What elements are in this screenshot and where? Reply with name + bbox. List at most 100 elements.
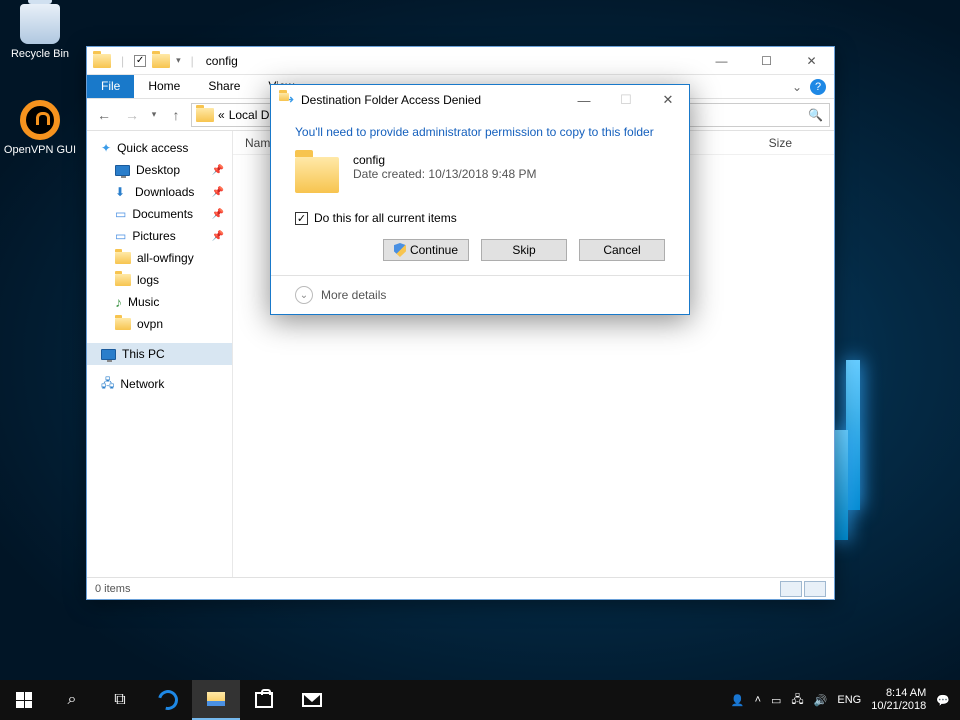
nav-quick-access[interactable]: ✦Quick access — [87, 137, 232, 159]
column-size[interactable]: Size — [757, 136, 804, 150]
openvpn-icon — [20, 100, 60, 140]
tab-home[interactable]: Home — [134, 75, 194, 98]
pin-icon: 📌 — [212, 231, 224, 242]
tray-overflow-icon[interactable]: ˄ — [755, 694, 761, 706]
people-icon[interactable]: 👤 — [731, 694, 745, 707]
pictures-icon: ▭ — [115, 229, 126, 243]
store-icon — [255, 692, 273, 708]
windows-logo-icon — [16, 692, 32, 708]
folder-icon — [196, 108, 214, 122]
skip-button[interactable]: Skip — [481, 239, 567, 261]
icons-view-button[interactable] — [804, 581, 826, 597]
taskbar-edge[interactable] — [144, 680, 192, 720]
mail-icon — [302, 693, 322, 707]
start-button[interactable] — [0, 680, 48, 720]
more-details-toggle[interactable]: ⌄ More details — [271, 275, 689, 314]
desktop-icon-label: OpenVPN GUI — [3, 144, 77, 156]
date-created-value: 10/13/2018 9:48 PM — [428, 167, 536, 181]
desktop-icon-recycle-bin[interactable]: Recycle Bin — [3, 4, 77, 60]
minimize-button[interactable]: — — [699, 47, 744, 75]
download-icon: ⬇ — [115, 185, 129, 199]
dialog-minimize-button[interactable]: — — [563, 85, 605, 115]
document-icon: ▭ — [115, 207, 126, 221]
battery-icon[interactable]: ▭ — [771, 694, 781, 707]
item-count: 0 items — [95, 583, 130, 595]
music-icon: ♪ — [115, 294, 122, 310]
ribbon-collapse-icon[interactable]: ⌄ — [792, 80, 802, 94]
desktop-icon-openvpn[interactable]: OpenVPN GUI — [3, 100, 77, 156]
close-button[interactable]: ✕ — [789, 47, 834, 75]
volume-icon[interactable]: 🔊 — [814, 694, 828, 707]
dialog-maximize-button[interactable]: ☐ — [605, 85, 647, 115]
dialog-folder-name: config — [353, 153, 536, 167]
taskbar-store[interactable] — [240, 680, 288, 720]
cancel-button[interactable]: Cancel — [579, 239, 665, 261]
desktop-icon-label: Recycle Bin — [3, 48, 77, 60]
search-button[interactable]: ⌕ — [48, 680, 96, 720]
nav-this-pc[interactable]: This PC — [87, 343, 232, 365]
nav-music[interactable]: ♪Music — [87, 291, 232, 313]
network-icon[interactable]: 🖧 — [791, 691, 803, 710]
breadcrumb-prefix: « — [218, 108, 225, 122]
nav-logs[interactable]: logs — [87, 269, 232, 291]
taskbar-file-explorer[interactable] — [192, 680, 240, 720]
star-icon: ✦ — [101, 141, 111, 155]
access-denied-dialog: ➜ Destination Folder Access Denied — ☐ ✕… — [270, 84, 690, 315]
clock-time: 8:14 AM — [871, 687, 926, 700]
dialog-close-button[interactable]: ✕ — [647, 85, 689, 115]
clock[interactable]: 8:14 AM 10/21/2018 — [871, 687, 926, 713]
qat-checkbox-icon[interactable]: ✓ — [134, 55, 146, 67]
uac-shield-icon — [394, 243, 406, 257]
more-details-label: More details — [321, 288, 386, 302]
taskbar: ⌕ ⧉ 👤 ˄ ▭ 🖧 🔊 ENG 8:14 AM 10/21/2018 💬 — [0, 680, 960, 720]
language-indicator[interactable]: ENG — [837, 694, 861, 706]
navigation-pane: ✦Quick access Desktop📌 ⬇Downloads📌 ▭Docu… — [87, 131, 233, 577]
details-view-button[interactable] — [780, 581, 802, 597]
status-bar: 0 items — [87, 577, 834, 599]
system-tray: 👤 ˄ ▭ 🖧 🔊 ENG 8:14 AM 10/21/2018 💬 — [731, 687, 960, 713]
maximize-button[interactable]: ☐ — [744, 47, 789, 75]
monitor-icon — [115, 165, 130, 176]
taskbar-mail[interactable] — [288, 680, 336, 720]
continue-button[interactable]: Continue — [383, 239, 469, 261]
clock-date: 10/21/2018 — [871, 700, 926, 713]
folder-icon — [115, 252, 131, 264]
dialog-icon: ➜ — [279, 93, 295, 107]
task-view-button[interactable]: ⧉ — [96, 680, 144, 720]
do-for-all-checkbox[interactable]: ✓ — [295, 212, 308, 225]
dialog-titlebar[interactable]: ➜ Destination Folder Access Denied — ☐ ✕ — [271, 85, 689, 115]
titlebar[interactable]: | ✓ ▾ | config — ☐ ✕ — [87, 47, 834, 75]
dialog-title: Destination Folder Access Denied — [301, 93, 481, 107]
forward-button[interactable]: → — [119, 102, 145, 128]
folder-icon — [115, 274, 131, 286]
nav-all-owfingy[interactable]: all-owfingy — [87, 247, 232, 269]
nav-documents[interactable]: ▭Documents📌 — [87, 203, 232, 225]
help-icon[interactable]: ? — [810, 79, 826, 95]
folder-large-icon — [295, 157, 339, 193]
back-button[interactable]: ← — [91, 102, 117, 128]
nav-desktop[interactable]: Desktop📌 — [87, 159, 232, 181]
nav-network[interactable]: 🖧Network — [87, 373, 232, 395]
nav-pictures[interactable]: ▭Pictures📌 — [87, 225, 232, 247]
qat-dropdown-icon[interactable]: ▾ — [176, 55, 181, 66]
folder-icon — [93, 54, 111, 68]
chevron-down-icon: ⌄ — [295, 286, 313, 304]
folder-icon — [115, 318, 131, 330]
pin-icon: 📌 — [212, 209, 224, 220]
recent-dropdown[interactable]: ▾ — [147, 102, 161, 128]
network-icon: 🖧 — [101, 374, 114, 395]
action-center-icon[interactable]: 💬 — [936, 694, 950, 707]
folder-icon — [152, 54, 170, 68]
dialog-message: You'll need to provide administrator per… — [295, 125, 665, 139]
nav-downloads[interactable]: ⬇Downloads📌 — [87, 181, 232, 203]
pc-icon — [101, 349, 116, 360]
tab-share[interactable]: Share — [194, 75, 254, 98]
tab-file[interactable]: File — [87, 75, 134, 98]
nav-ovpn[interactable]: ovpn — [87, 313, 232, 335]
checkbox-label: Do this for all current items — [314, 211, 457, 225]
pin-icon: 📌 — [212, 187, 224, 198]
up-button[interactable]: ↑ — [163, 102, 189, 128]
search-icon[interactable]: 🔍 — [808, 108, 823, 122]
file-explorer-icon — [207, 692, 225, 706]
pin-icon: 📌 — [212, 165, 224, 176]
